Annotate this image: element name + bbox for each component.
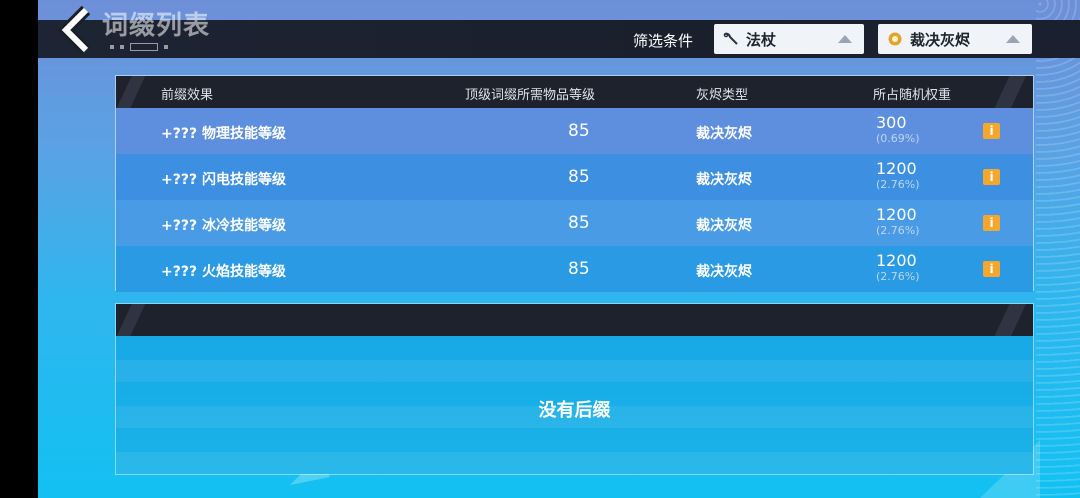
weight-percent: (2.76%): [876, 178, 920, 191]
wand-icon: [722, 30, 740, 48]
column-header-ember: 灰烬类型: [696, 88, 749, 103]
weight-value: 1200: [876, 159, 917, 178]
info-icon: i: [989, 216, 994, 230]
dropdown-arrow-icon: [1006, 35, 1020, 43]
column-header-effect: 前缀效果: [161, 88, 214, 103]
title-decoration: [110, 43, 168, 51]
column-header-weight: 所占随机权重: [873, 88, 952, 103]
suffix-table: 没有后缀: [115, 303, 1034, 475]
info-icon: i: [989, 170, 994, 184]
row-band: [116, 452, 1033, 474]
affix-effect: +??? 火焰技能等级: [161, 264, 286, 280]
ember-filter-dropdown[interactable]: 裁决灰烬: [878, 24, 1032, 54]
header-stripe-left: [116, 76, 146, 108]
empty-message: 没有后缀: [538, 400, 611, 421]
ember-filter-value: 裁决灰烬: [910, 30, 971, 49]
ember-type: 裁决灰烬: [696, 218, 752, 234]
info-button[interactable]: i: [983, 261, 1000, 277]
table-header: [116, 304, 1033, 336]
weight-value: 1200: [876, 251, 917, 270]
top-bar: 词缀列表 筛选条件 法杖 裁决灰烬: [38, 0, 1080, 58]
back-button[interactable]: [52, 4, 104, 56]
info-button[interactable]: i: [983, 123, 1000, 139]
required-level: 85: [568, 167, 590, 187]
table-row: +??? 物理技能等级 85 裁决灰烬 300 (0.69%) i: [116, 108, 1033, 154]
info-icon: i: [989, 124, 994, 138]
ember-type: 裁决灰烬: [696, 172, 752, 188]
info-icon: i: [989, 262, 994, 276]
weapon-filter-dropdown[interactable]: 法杖: [714, 24, 864, 54]
chevron-left-icon: [57, 5, 91, 55]
table-row: +??? 冰冷技能等级 85 裁决灰烬 1200 (2.76%) i: [116, 200, 1033, 246]
table-row: +??? 闪电技能等级 85 裁决灰烬 1200 (2.76%) i: [116, 154, 1033, 200]
weight-percent: (0.69%): [876, 132, 920, 145]
weight-percent: (2.76%): [876, 224, 920, 237]
header-stripe-left: [116, 304, 146, 336]
weight-value: 300: [876, 113, 907, 132]
dropdown-arrow-icon: [838, 35, 852, 43]
ember-icon: [886, 30, 904, 48]
header-stripe-right: [993, 304, 1033, 336]
dot-pattern-decoration: [1036, 0, 1080, 498]
prefix-table: 前缀效果 顶级词缀所需物品等级 灰烬类型 所占随机权重 +??? 物理技能等级 …: [115, 75, 1034, 292]
table-row: +??? 火焰技能等级 85 裁决灰烬 1200 (2.76%) i: [116, 246, 1033, 292]
column-header-level: 顶级词缀所需物品等级: [465, 88, 596, 103]
ember-type: 裁决灰烬: [696, 126, 752, 142]
filter-label: 筛选条件: [633, 32, 694, 50]
header-stripe-right: [993, 76, 1033, 108]
row-band: [116, 360, 1033, 382]
weight-percent: (2.76%): [876, 270, 920, 283]
affix-effect: +??? 闪电技能等级: [161, 172, 286, 188]
required-level: 85: [568, 213, 590, 233]
weapon-filter-value: 法杖: [746, 30, 777, 49]
affix-list-screen: 词缀列表 筛选条件 法杖 裁决灰烬 前缀效果 顶级词缀所需物品等级 灰烬类型 所…: [0, 0, 1080, 498]
info-button[interactable]: i: [983, 215, 1000, 231]
affix-effect: +??? 物理技能等级: [161, 126, 286, 142]
suffix-list-body: 没有后缀: [116, 336, 1033, 474]
table-header: 前缀效果 顶级词缀所需物品等级 灰烬类型 所占随机权重: [116, 76, 1033, 108]
affix-effect: +??? 冰冷技能等级: [161, 218, 286, 234]
required-level: 85: [568, 121, 590, 141]
left-edge: [0, 0, 38, 498]
ember-type: 裁决灰烬: [696, 264, 752, 280]
required-level: 85: [568, 259, 590, 279]
info-button[interactable]: i: [983, 169, 1000, 185]
weight-value: 1200: [876, 205, 917, 224]
page-title: 词缀列表: [102, 11, 211, 41]
